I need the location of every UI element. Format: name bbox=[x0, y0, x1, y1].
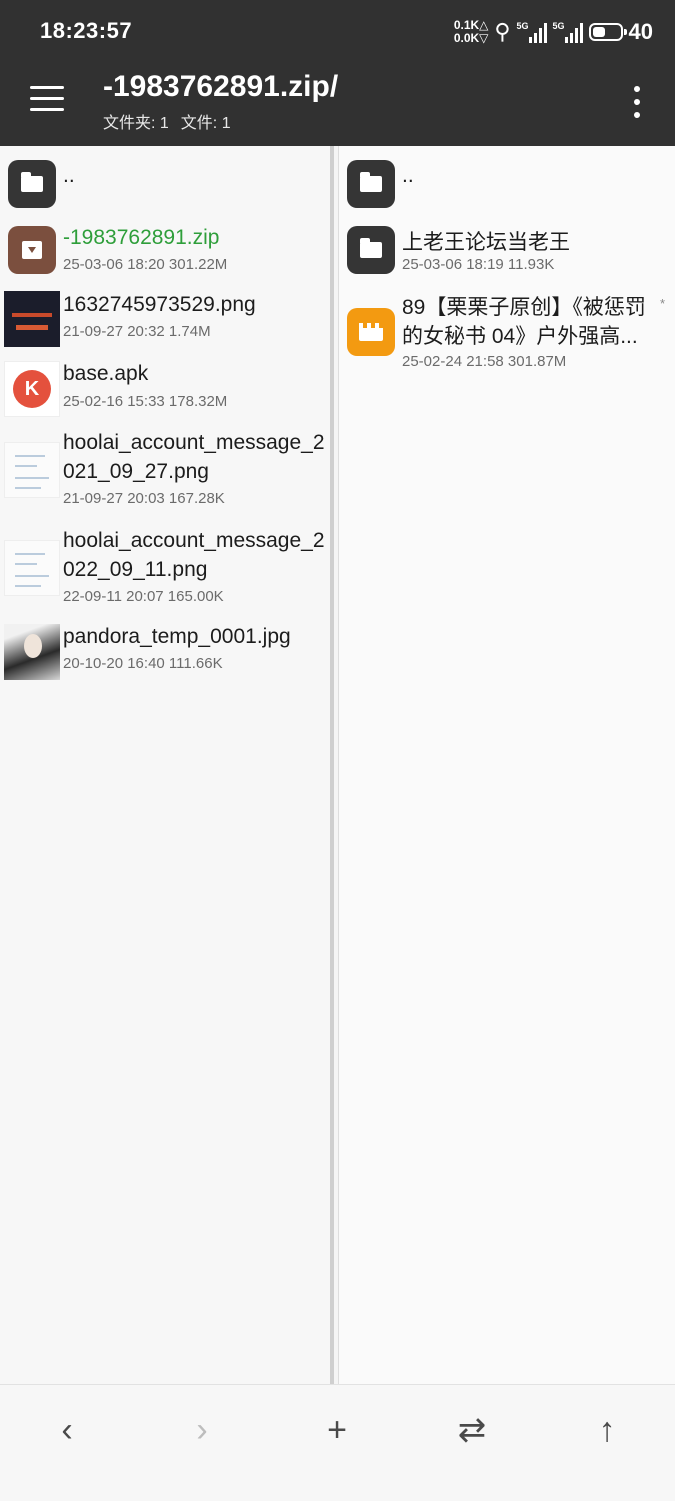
folder-icon bbox=[8, 160, 56, 208]
app-toolbar: -1983762891.zip/ 文件夹: 1 文件: 1 bbox=[0, 64, 675, 146]
parent-dir-row[interactable]: .. bbox=[0, 158, 330, 218]
image-thumbnail bbox=[4, 624, 60, 680]
forward-button[interactable]: › bbox=[172, 1407, 232, 1453]
back-button[interactable]: ‹ bbox=[37, 1407, 97, 1453]
file-count: 文件: 1 bbox=[180, 115, 231, 132]
list-item[interactable]: hoolai_account_message_2021_09_27.png 21… bbox=[0, 428, 330, 520]
parent-dir-row[interactable]: .. bbox=[339, 158, 675, 218]
file-meta: 25-03-06 18:19 11.93K bbox=[402, 256, 555, 273]
signal-icon: 5G bbox=[517, 21, 547, 43]
image-thumbnail bbox=[4, 540, 60, 596]
folder-count: 文件夹: 1 bbox=[103, 115, 169, 132]
file-name: 上老王论坛当老王 bbox=[402, 231, 570, 254]
battery-icon bbox=[588, 23, 627, 41]
add-button[interactable]: + bbox=[307, 1407, 367, 1453]
file-meta: 25-03-06 18:20 301.22M bbox=[63, 256, 228, 273]
status-bar: 18:23:57 0.1K△ 0.0K▽ ⚲ 5G 5G 40 bbox=[0, 0, 675, 64]
file-meta: 20-10-20 16:40 111.66K bbox=[63, 655, 223, 672]
file-name: pandora_temp_0001.jpg bbox=[63, 625, 291, 648]
file-name: hoolai_account_message_2021_09_27.png bbox=[63, 431, 325, 483]
list-item[interactable]: 89【栗栗子原创】《被惩罚的女秘书 04》户外强高... * 25-02-24 … bbox=[339, 292, 675, 376]
file-name: .. bbox=[63, 164, 75, 187]
file-meta: 21-09-27 20:03 167.28K bbox=[63, 490, 225, 507]
folder-icon bbox=[347, 160, 395, 208]
file-name: 1632745973529.png bbox=[63, 293, 256, 316]
left-pane[interactable]: .. -1983762891.zip 25-03-06 18:20 301.22… bbox=[0, 146, 334, 1384]
app-icon: K bbox=[4, 361, 60, 417]
path-title: -1983762891.zip/ bbox=[103, 70, 339, 103]
file-name: .. bbox=[402, 164, 414, 187]
file-name: -1983762891.zip bbox=[63, 226, 220, 249]
list-item[interactable]: 上老王论坛当老王 25-03-06 18:19 11.93K bbox=[339, 224, 675, 286]
list-item[interactable]: -1983762891.zip 25-03-06 18:20 301.22M bbox=[0, 224, 330, 286]
file-meta: 22-09-11 20:07 165.00K bbox=[63, 588, 224, 605]
network-speed: 0.1K△ 0.0K▽ bbox=[454, 19, 489, 45]
file-name: base.apk bbox=[63, 362, 149, 385]
battery-level: 40 bbox=[628, 19, 653, 44]
up-directory-button[interactable]: ↑ bbox=[577, 1407, 637, 1453]
status-time: 18:23:57 bbox=[40, 18, 133, 43]
more-options-icon[interactable] bbox=[629, 84, 645, 120]
video-icon bbox=[347, 308, 395, 356]
menu-icon[interactable] bbox=[30, 86, 66, 114]
path-subtitle: 文件夹: 1 文件: 1 bbox=[103, 109, 231, 133]
list-item[interactable]: hoolai_account_message_2022_09_11.png 22… bbox=[0, 526, 330, 618]
signal-icon: 5G bbox=[553, 21, 583, 43]
list-item[interactable]: 1632745973529.png 21-09-27 20:32 1.74M bbox=[0, 290, 330, 352]
net-down: 0.0K▽ bbox=[453, 31, 489, 45]
swap-panes-button[interactable]: ⇄ bbox=[442, 1407, 502, 1453]
status-icons: 0.1K△ 0.0K▽ ⚲ 5G 5G 40 bbox=[454, 14, 653, 50]
file-name: 89【栗栗子原创】《被惩罚的女秘书 04》户外强高... bbox=[402, 296, 646, 348]
file-meta: 21-09-27 20:32 1.74M bbox=[63, 323, 211, 340]
right-pane[interactable]: .. 上老王论坛当老王 25-03-06 18:19 11.93K 89【栗栗子… bbox=[338, 146, 675, 1384]
file-meta: 25-02-24 21:58 301.87M bbox=[402, 353, 567, 370]
archive-icon bbox=[8, 226, 56, 274]
file-name: hoolai_account_message_2022_09_11.png bbox=[63, 529, 325, 581]
bottom-toolbar: ‹ › + ⇄ ↑ bbox=[0, 1384, 675, 1501]
image-thumbnail bbox=[4, 291, 60, 347]
list-item[interactable]: pandora_temp_0001.jpg 20-10-20 16:40 111… bbox=[0, 624, 330, 686]
image-thumbnail bbox=[4, 442, 60, 498]
file-meta: 25-02-16 15:33 178.32M bbox=[63, 393, 228, 410]
folder-icon bbox=[347, 226, 395, 274]
alarm-icon: ⚲ bbox=[494, 19, 511, 44]
list-item[interactable]: K base.apk 25-02-16 15:33 178.32M bbox=[0, 360, 330, 422]
modified-marker: * bbox=[659, 296, 665, 311]
